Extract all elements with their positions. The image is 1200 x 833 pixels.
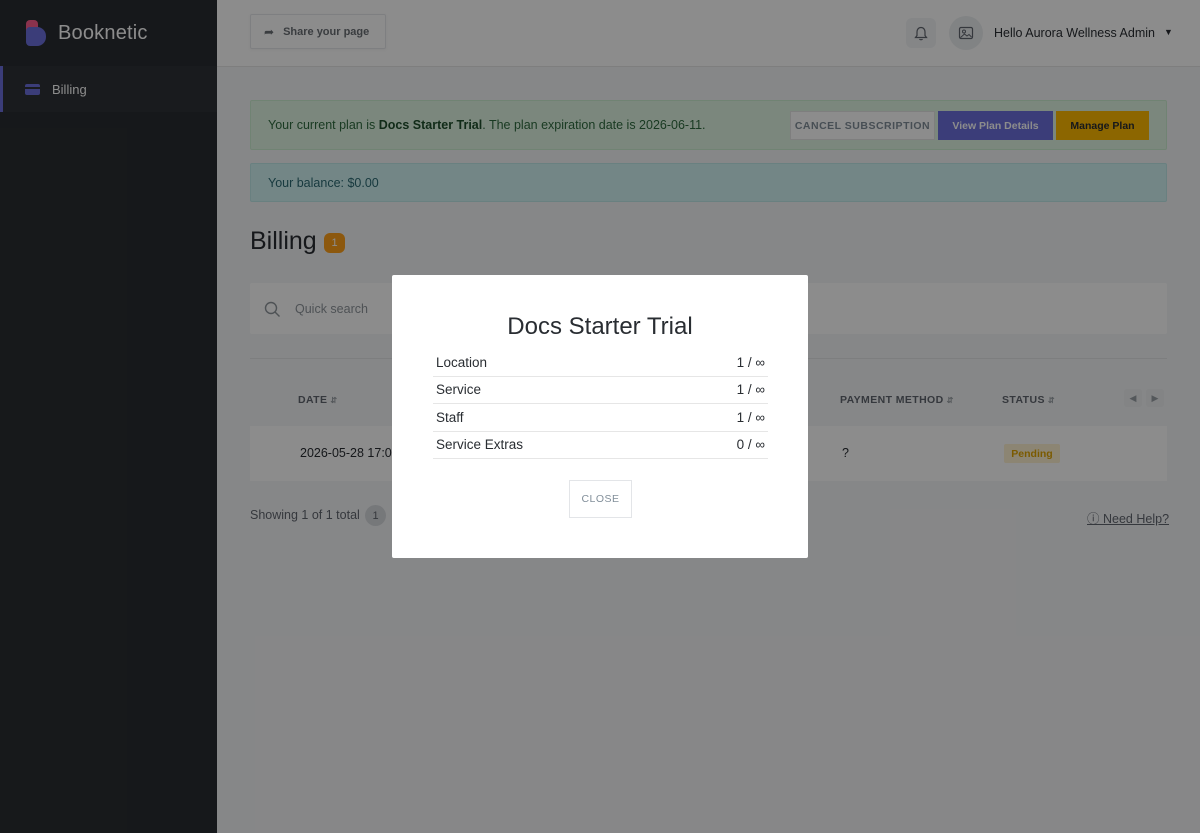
- close-button[interactable]: CLOSE: [569, 480, 632, 518]
- plan-limits-list: Location 1 / ∞ Service 1 / ∞ Staff 1 / ∞…: [433, 349, 768, 459]
- list-item: Service 1 / ∞: [433, 377, 768, 404]
- limit-value: 1 / ∞: [736, 354, 765, 370]
- limit-name: Service: [436, 382, 482, 398]
- limit-name: Staff: [436, 409, 464, 425]
- modal-title: Docs Starter Trial: [507, 313, 693, 340]
- list-item: Service Extras 0 / ∞: [433, 432, 768, 459]
- list-item: Staff 1 / ∞: [433, 404, 768, 432]
- limit-value: 1 / ∞: [736, 409, 765, 425]
- plan-limits-modal: Docs Starter Trial Location 1 / ∞ Servic…: [392, 275, 808, 558]
- limit-name: Service Extras: [436, 437, 524, 453]
- limit-value: 0 / ∞: [736, 437, 765, 453]
- limit-value: 1 / ∞: [736, 382, 765, 398]
- list-item: Location 1 / ∞: [433, 349, 768, 377]
- limit-name: Location: [436, 354, 488, 370]
